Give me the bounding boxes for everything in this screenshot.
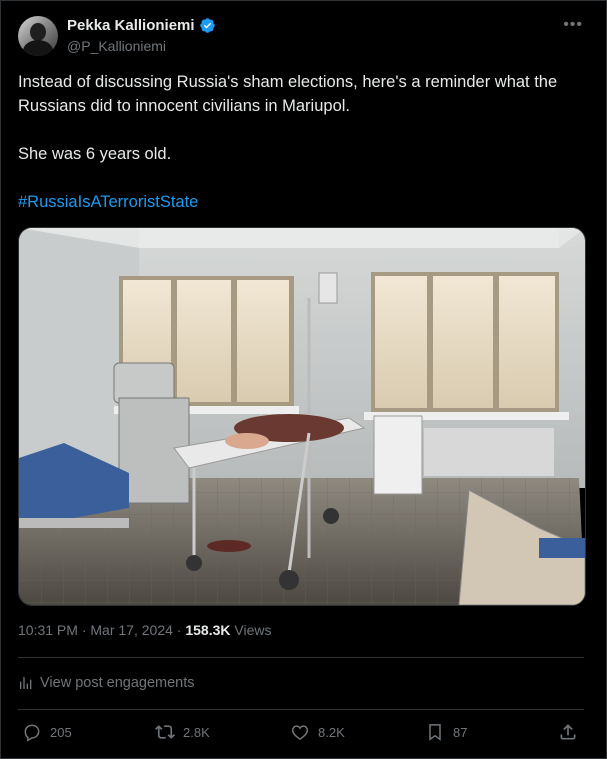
like-count: 8.2K (318, 724, 345, 740)
reply-icon (24, 724, 40, 742)
reply-count: 205 (50, 724, 72, 740)
meta-separator: · (81, 622, 87, 638)
avatar-head-shape (30, 23, 46, 41)
verified-badge-icon (199, 18, 215, 33)
bookmark-count: 87 (453, 724, 468, 740)
meta-separator: · (176, 622, 182, 638)
tweet-paragraph-2: She was 6 years old. (18, 145, 172, 163)
author-handle[interactable]: @P_Kallioniemi (67, 38, 166, 54)
repost-icon (155, 725, 175, 739)
action-bar: 205 2.8K 8.2K 87 (18, 722, 584, 746)
author-name[interactable]: Pekka Kallioniemi (67, 17, 195, 34)
tweet-photo[interactable] (18, 227, 586, 606)
repost-button[interactable]: 2.8K (155, 722, 210, 742)
tweet-paragraph-1: Instead of discussing Russia's sham elec… (18, 73, 558, 115)
share-icon (560, 724, 576, 740)
author-name-row[interactable]: Pekka Kallioniemi (67, 17, 216, 34)
share-button[interactable] (558, 722, 578, 742)
views-label: Views (234, 622, 272, 638)
hashtag-link[interactable]: #RussiaIsATerroristState (18, 190, 588, 214)
tweet-text: Instead of discussing Russia's sham elec… (18, 70, 588, 214)
view-engagements-label: View post engagements (40, 675, 195, 691)
hospital-room-photo (19, 228, 585, 605)
post-date[interactable]: Mar 17, 2024 (90, 622, 173, 638)
more-options-icon[interactable]: ••• (563, 16, 583, 34)
post-meta: 10:31 PM · Mar 17, 2024 · 158.3K Views (18, 622, 271, 638)
bookmark-button[interactable]: 87 (425, 722, 467, 742)
bookmark-icon (429, 724, 441, 741)
reply-button[interactable]: 205 (22, 722, 72, 742)
heart-icon (291, 725, 309, 740)
views-count: 158.3K (185, 622, 231, 638)
avatar[interactable] (18, 16, 58, 56)
avatar-body-shape (23, 40, 53, 56)
post-time[interactable]: 10:31 PM (18, 622, 78, 638)
divider (18, 709, 584, 710)
like-button[interactable]: 8.2K (290, 722, 345, 742)
analytics-icon (20, 677, 32, 689)
divider (18, 657, 584, 658)
repost-count: 2.8K (183, 724, 210, 740)
view-engagements-link[interactable]: View post engagements (18, 675, 195, 691)
